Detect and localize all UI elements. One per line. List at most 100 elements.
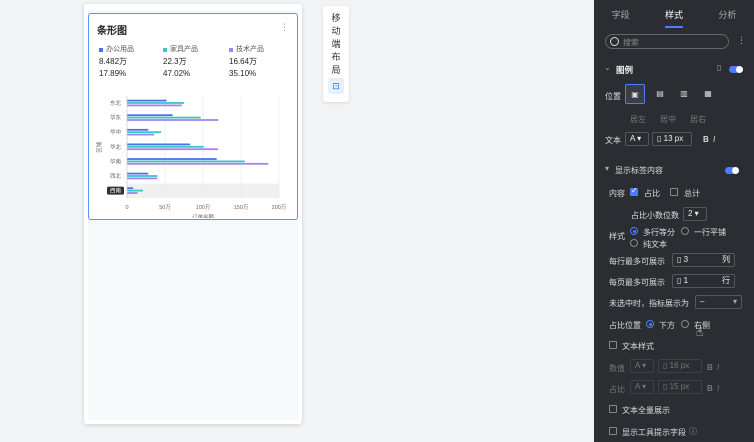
- ratio-right-radio[interactable]: [681, 320, 689, 328]
- hand-cursor-icon: ☝: [696, 325, 704, 339]
- style-oneline-radio[interactable]: [681, 227, 689, 235]
- max-page-input[interactable]: ▯ 1行: [672, 274, 735, 288]
- max-page-label: 每页最多可展示: [609, 278, 665, 287]
- legend-pct: 47.02%: [163, 69, 191, 78]
- dashboard-canvas: 条形图 ⋮ 办公用品 8.482万 17.89% 家具产品 22.3万 47.0…: [0, 0, 594, 442]
- ratio-bold-button[interactable]: B: [707, 384, 713, 393]
- ratio-below-radio[interactable]: [646, 320, 654, 328]
- legend-item-furniture[interactable]: 家具产品 22.3万 47.02%: [163, 44, 198, 80]
- unselected-select[interactable]: – ▾: [695, 295, 742, 309]
- font-size-input[interactable]: ▯ 13 px: [652, 132, 692, 146]
- legend-swatch: [229, 48, 233, 52]
- legend-section-title: 图例: [616, 65, 634, 75]
- align-center-button[interactable]: 居中: [660, 114, 676, 125]
- numeric-size-value: 16: [669, 361, 679, 370]
- numeric-bold-button[interactable]: B: [707, 363, 713, 372]
- tab-style[interactable]: 样式: [647, 0, 700, 28]
- max-row-input[interactable]: ▯ 3列: [672, 253, 735, 267]
- decimals-select[interactable]: 2 ▾: [683, 207, 707, 221]
- y-tick-label: 华南: [110, 157, 122, 165]
- bar: [127, 187, 134, 190]
- show-labels-toggle[interactable]: [725, 167, 739, 174]
- bar-chart-plot: 0 50万 100万 150万 200万订单金额 区域 东北华东华中华北华南西北西南: [95, 96, 287, 218]
- legend-value: 16.64万: [229, 57, 258, 66]
- bar: [127, 189, 143, 192]
- full-text-checkbox[interactable]: [609, 405, 617, 413]
- position-top-button[interactable]: ▣: [625, 84, 645, 104]
- position-bottom-button[interactable]: ▤: [650, 84, 670, 104]
- legend-pct: 35.10%: [229, 69, 257, 78]
- ratio-size-value: 15: [669, 382, 679, 391]
- legend-name: 办公用品: [106, 46, 134, 53]
- numeric-italic-button[interactable]: I: [717, 363, 719, 372]
- total-checkbox[interactable]: [670, 188, 678, 196]
- ratio-size-input[interactable]: ▯ 15 px: [658, 380, 702, 394]
- bar: [127, 116, 201, 119]
- legend-item-office[interactable]: 办公用品 8.482万 17.89%: [99, 44, 134, 80]
- unselected-label: 未选中时，指标展示为: [609, 299, 689, 308]
- search-icon: [610, 37, 619, 46]
- bold-button[interactable]: B: [703, 135, 709, 144]
- collapse-chevron-icon[interactable]: ▾: [605, 164, 609, 173]
- legend-swatch: [163, 48, 167, 52]
- bar: [127, 172, 149, 175]
- position-left-button[interactable]: ▥: [674, 84, 694, 104]
- style-label: 样式: [609, 232, 625, 241]
- x-tick-label: 200万: [272, 204, 287, 211]
- mobile-layout-char: 移: [331, 13, 341, 23]
- panel-tabs: 字段 样式 分析: [594, 0, 754, 28]
- legend-swatch: [99, 48, 103, 52]
- align-left-button[interactable]: 居左: [630, 114, 646, 125]
- numeric-size-input[interactable]: ▯ 16 px: [658, 359, 702, 373]
- numeric-size-unit: px: [680, 361, 690, 370]
- style-multiline-radio[interactable]: [630, 227, 638, 235]
- align-right-button[interactable]: 居右: [690, 114, 706, 125]
- style-plaintext-radio[interactable]: [630, 239, 638, 247]
- tooltip-checkbox[interactable]: [609, 427, 617, 435]
- bar: [127, 160, 245, 163]
- search-placeholder: 搜索: [623, 38, 639, 47]
- text-style-label: 文本样式: [622, 342, 654, 351]
- bar: [127, 131, 162, 134]
- collapse-chevron-icon[interactable]: ⌄: [604, 63, 611, 72]
- search-input[interactable]: 搜索: [605, 34, 729, 49]
- show-labels-title: 显示标签内容: [615, 166, 663, 175]
- bar: [127, 148, 219, 151]
- mobile-layout-char: 端: [331, 39, 341, 49]
- bar: [127, 133, 155, 136]
- max-row-label: 每行最多可展示: [609, 257, 665, 266]
- bar: [127, 104, 182, 107]
- info-icon[interactable]: ⓘ: [689, 426, 697, 437]
- ratio-italic-button[interactable]: I: [717, 384, 719, 393]
- bar: [127, 128, 149, 131]
- position-right-button[interactable]: ▦: [698, 84, 718, 104]
- x-axis-label: 订单金额: [192, 213, 215, 218]
- bar-chart-card[interactable]: 条形图 ⋮ 办公用品 8.482万 17.89% 家具产品 22.3万 47.0…: [88, 13, 298, 220]
- ratio-checkbox[interactable]: [630, 186, 638, 196]
- mobile-icon: ▯: [717, 63, 722, 72]
- full-text-label: 文本全量展示: [622, 406, 670, 415]
- more-icon[interactable]: ⋮: [280, 22, 289, 33]
- mobile-layout-tab[interactable]: 移动端布局 ⊡: [323, 6, 349, 102]
- mobile-layout-label: 移动端布局: [323, 12, 349, 77]
- tab-fields[interactable]: 字段: [594, 0, 647, 28]
- total-option-label: 总计: [684, 189, 700, 198]
- unselected-value: –: [700, 297, 705, 306]
- lock-icon[interactable]: ⊡: [328, 78, 344, 94]
- tab-analysis[interactable]: 分析: [701, 0, 754, 28]
- content-label: 内容: [609, 189, 625, 198]
- style-plaintext-label: 纯文本: [643, 240, 667, 249]
- legend-toggle[interactable]: [729, 66, 743, 73]
- font-select[interactable]: A ▾: [625, 132, 649, 146]
- ratio-size-unit: px: [680, 382, 690, 391]
- more-options-icon[interactable]: ⋮: [737, 35, 746, 46]
- style-multiline-label: 多行等分: [643, 228, 675, 237]
- font-size-unit: px: [674, 134, 684, 143]
- legend-item-tech[interactable]: 技术产品 16.64万 35.10%: [229, 44, 264, 80]
- text-style-checkbox[interactable]: [609, 341, 617, 349]
- ratio-font-select[interactable]: A ▾: [630, 380, 654, 394]
- mobile-layout-char: 局: [331, 65, 341, 75]
- italic-button[interactable]: I: [713, 135, 715, 144]
- decimals-value: 2: [688, 209, 693, 218]
- numeric-font-select[interactable]: A ▾: [630, 359, 654, 373]
